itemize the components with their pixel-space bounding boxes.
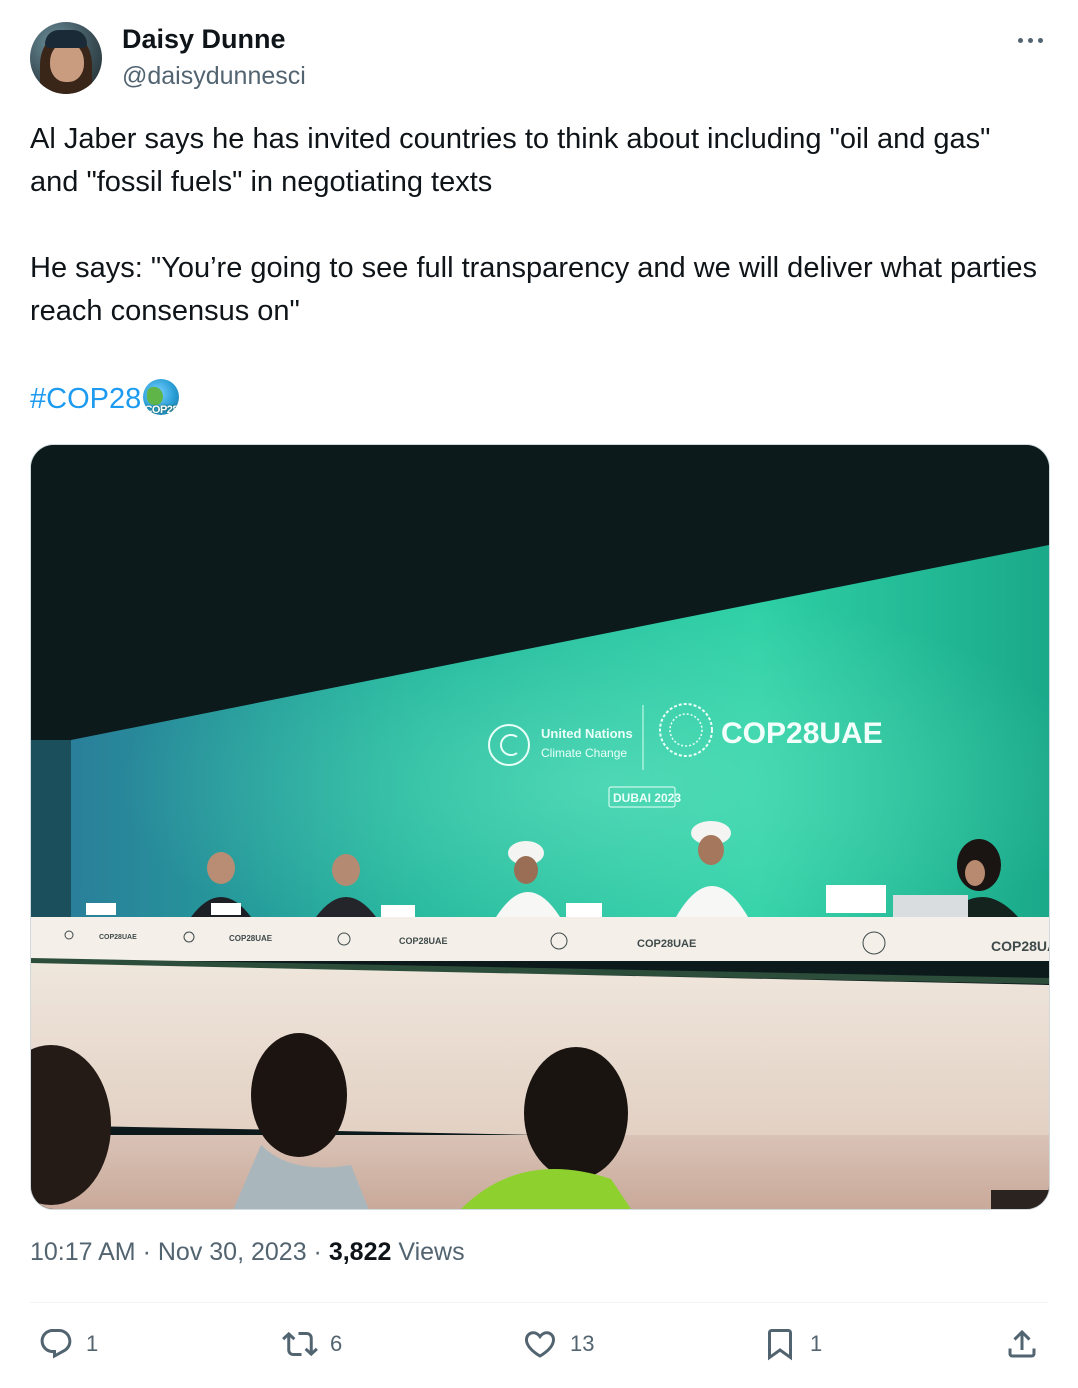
tweet-paragraph-1: Al Jaber says he has invited countries t…: [30, 123, 991, 198]
more-icon[interactable]: [1010, 26, 1050, 54]
bookmark-button[interactable]: 1: [762, 1322, 822, 1366]
divider: [30, 1302, 1048, 1303]
share-button[interactable]: [1004, 1322, 1040, 1366]
reply-icon: [40, 1329, 72, 1359]
tweet-paragraph-2: He says: "You’re going to see full trans…: [30, 252, 1038, 327]
retweet-button[interactable]: 6: [282, 1322, 342, 1366]
views-label: Views: [398, 1238, 465, 1266]
svg-text:COP28UAE: COP28UAE: [399, 936, 448, 946]
cop28uae-logo: COP28UAE: [721, 717, 883, 750]
meta-separator-1: ·: [142, 1238, 151, 1266]
tweet-photo[interactable]: United Nations Climate Change COP28UAE D…: [30, 444, 1050, 1210]
unfccc-line1: United Nations: [541, 726, 633, 741]
cop28-globe-icon: COP28: [143, 379, 180, 415]
svg-text:COP28UAE: COP28UAE: [991, 938, 1049, 954]
press-conference-photo: United Nations Climate Change COP28UAE D…: [31, 445, 1049, 1209]
reply-button[interactable]: 1: [38, 1322, 98, 1366]
author-display-name[interactable]: Daisy Dunne: [122, 24, 286, 55]
svg-text:COP28UAE: COP28UAE: [637, 938, 696, 950]
tweet-text: Al Jaber says he has invited countries t…: [30, 118, 1040, 333]
avatar[interactable]: [30, 22, 102, 94]
svg-text:COP28UAE: COP28UAE: [229, 934, 273, 943]
dubai-2023-label: DUBAI 2023: [613, 791, 681, 805]
retweet-icon: [282, 1331, 318, 1357]
tweet: Daisy Dunne @daisydunnesci Al Jaber says…: [0, 0, 1078, 1388]
like-button[interactable]: 13: [522, 1322, 594, 1366]
like-icon: [524, 1331, 556, 1358]
meta-separator-2: ·: [313, 1238, 322, 1266]
hashtag-line: #COP28 COP28: [30, 378, 180, 421]
bookmark-count: 1: [810, 1331, 823, 1356]
tweet-date[interactable]: Nov 30, 2023: [158, 1238, 307, 1266]
author-handle[interactable]: @daisydunnesci: [122, 62, 306, 91]
svg-text:COP28UAE: COP28UAE: [99, 934, 137, 941]
retweet-count: 6: [330, 1331, 343, 1356]
reply-count: 1: [86, 1331, 99, 1356]
cop28-emoji-label: COP28: [144, 404, 179, 415]
unfccc-line2: Climate Change: [541, 746, 627, 760]
hashtag-link[interactable]: #COP28: [30, 383, 141, 415]
views-count: 3,822: [328, 1238, 392, 1266]
bookmark-icon: [768, 1329, 792, 1361]
like-count: 13: [570, 1331, 595, 1356]
share-icon: [1008, 1329, 1036, 1358]
tweet-meta: 10:17 AM · Nov 30, 2023 · 3,822 Views: [30, 1238, 465, 1267]
tweet-time[interactable]: 10:17 AM: [30, 1238, 136, 1266]
